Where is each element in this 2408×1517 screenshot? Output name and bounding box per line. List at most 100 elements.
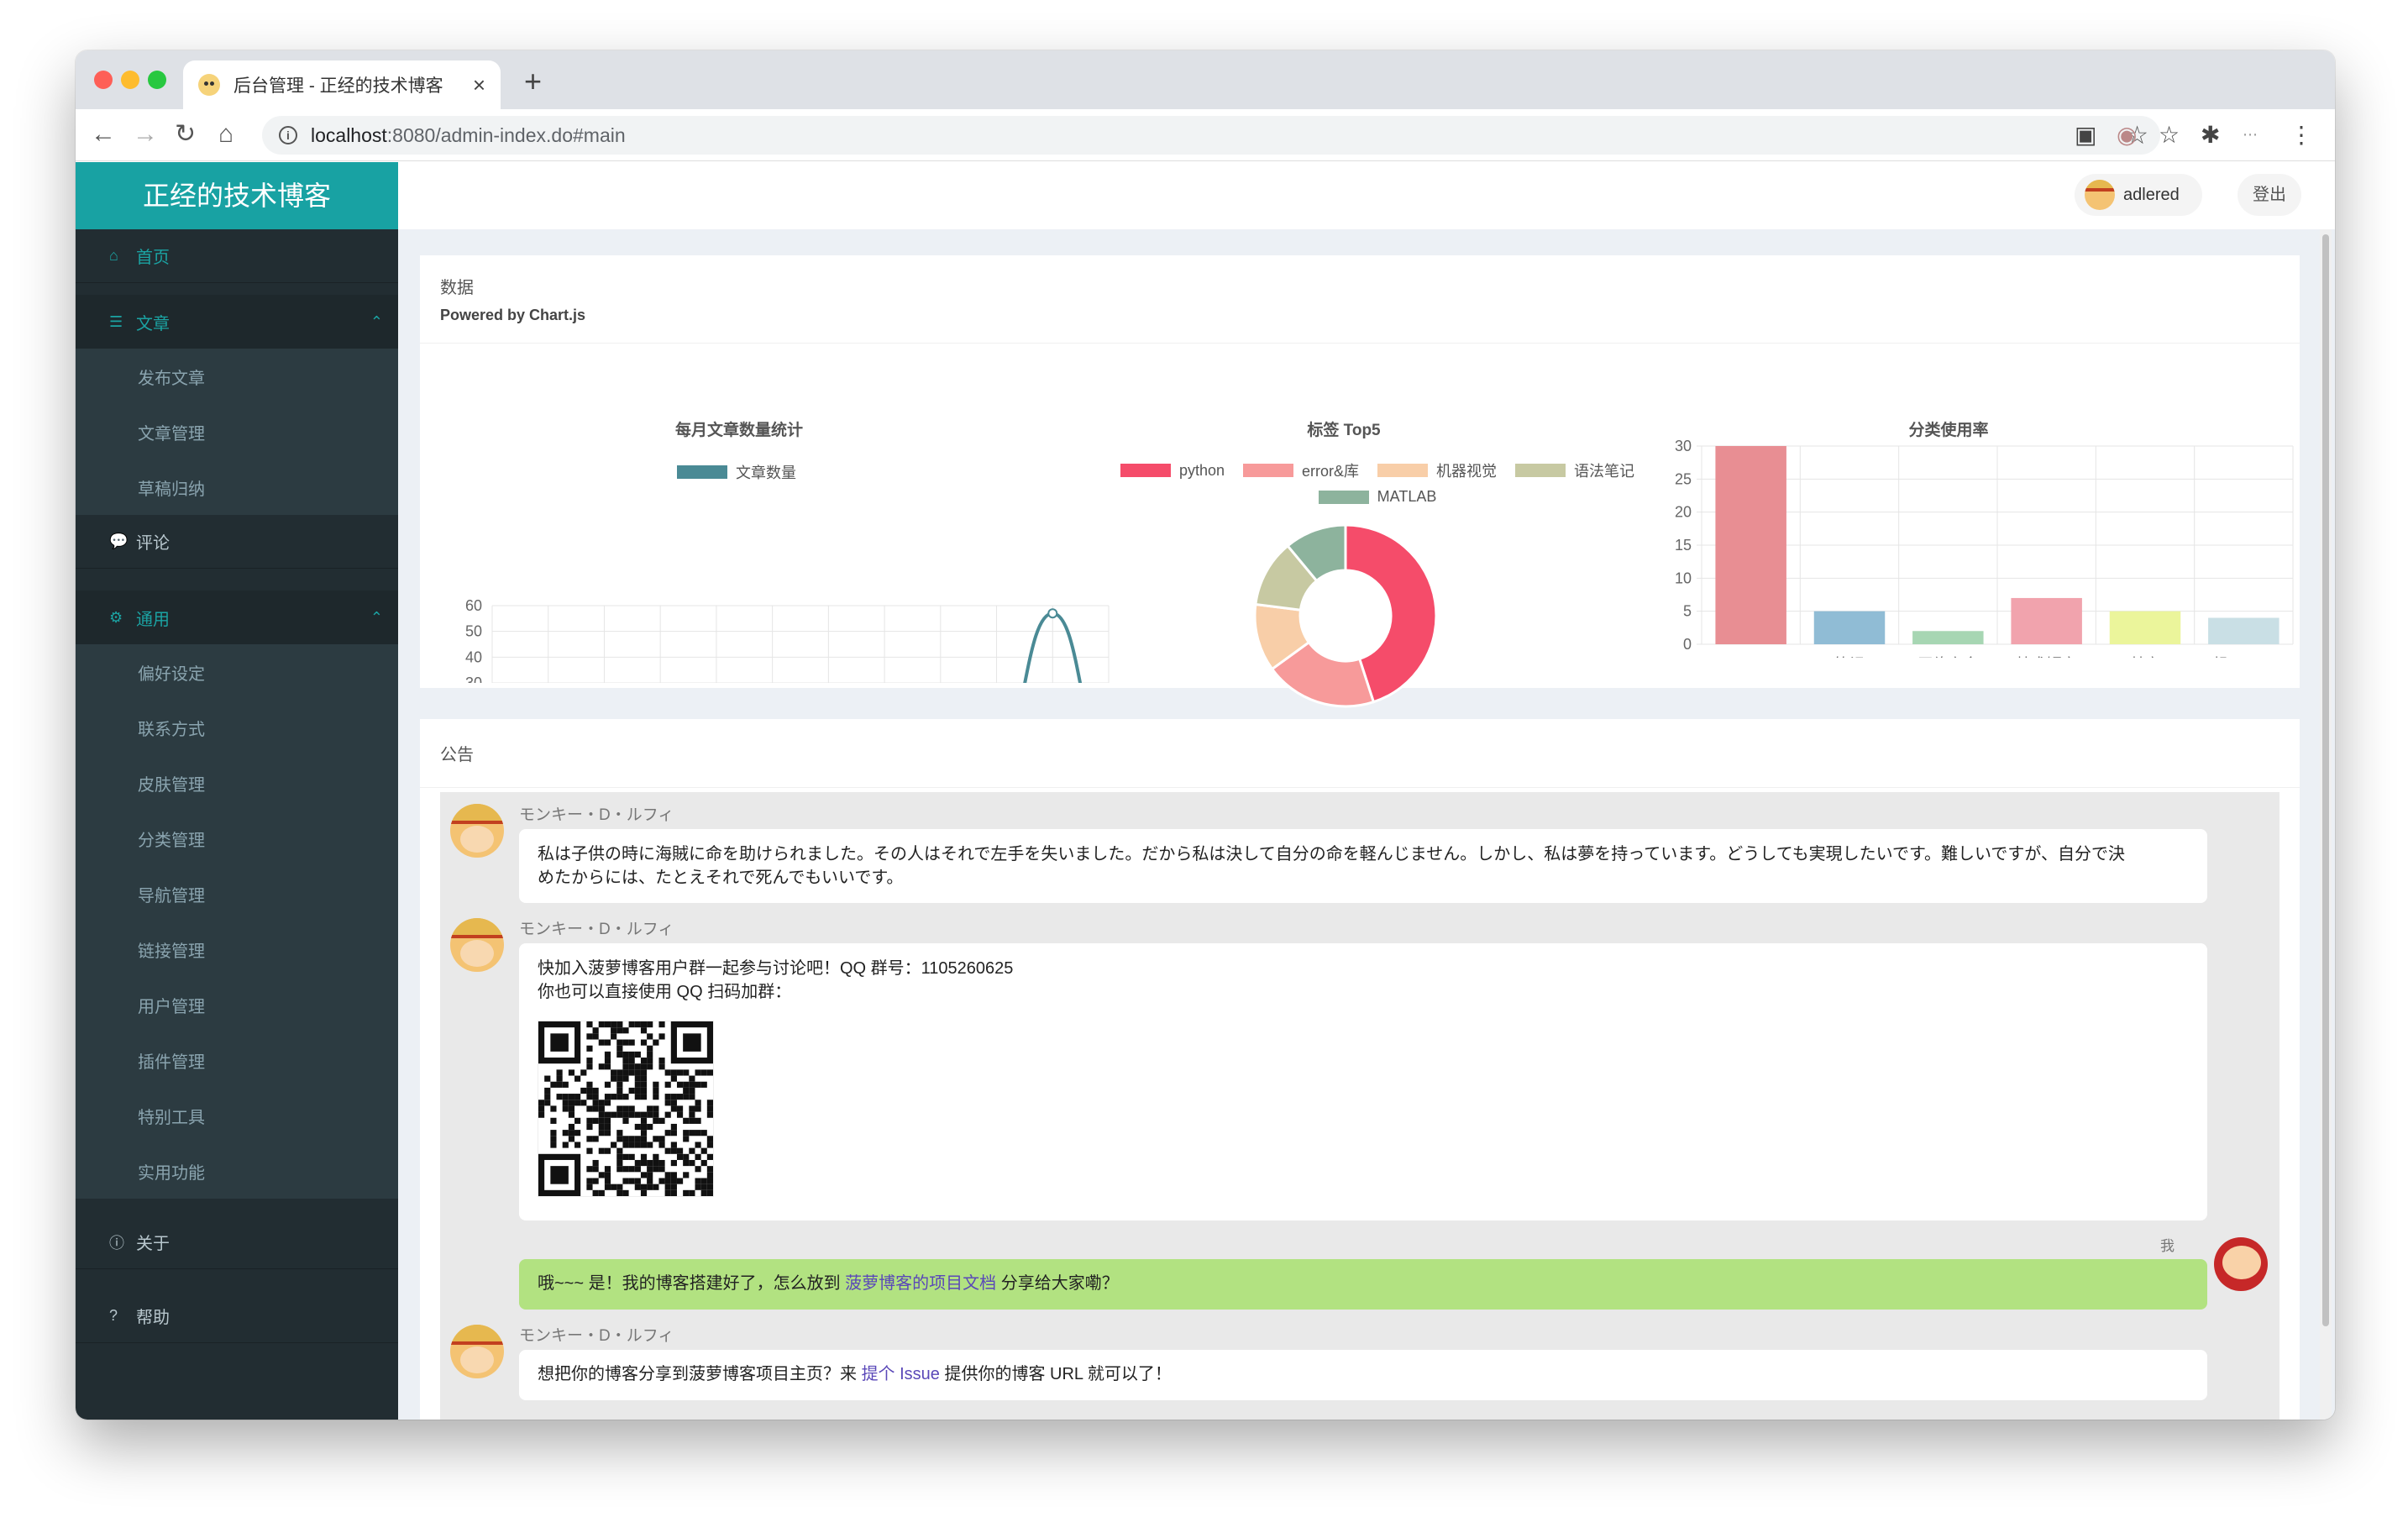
extension-avatar-icon[interactable]: ◉ — [2117, 121, 2137, 149]
list-icon: ☰ — [109, 312, 123, 330]
sidebar-subitem-article-manage[interactable]: 文章管理 — [76, 404, 398, 459]
page-scrollbar[interactable] — [2320, 229, 2332, 1420]
qr-module — [683, 1159, 690, 1167]
qr-module — [658, 1166, 665, 1173]
issue-link[interactable]: 提个 Issue — [862, 1365, 940, 1383]
qr-module — [683, 1117, 690, 1124]
qr-module — [695, 1081, 701, 1088]
line-legend[interactable]: 文章数量 — [677, 461, 796, 483]
project-docs-link[interactable]: 菠萝博客的项目文档 — [845, 1274, 996, 1293]
qr-module — [562, 1100, 569, 1106]
browser-tab[interactable]: 后台管理 - 正经的技术博客 × — [183, 60, 501, 109]
minimize-window-button[interactable] — [121, 71, 139, 89]
qr-module — [586, 1058, 593, 1064]
scrollbar-thumb[interactable] — [2322, 234, 2329, 1326]
qr-module — [683, 1189, 690, 1196]
logout-button[interactable]: 登出 — [2237, 174, 2301, 216]
qr-module — [676, 1111, 684, 1118]
address-bar[interactable]: i localhost:8080/admin-index.do#main ☆ — [262, 116, 2160, 155]
sidebar-subitem-contact[interactable]: 联系方式 — [76, 700, 398, 755]
qr-module — [647, 1142, 653, 1148]
sidebar-item-about[interactable]: ⓘ 关于 — [76, 1215, 398, 1269]
qr-module — [689, 1147, 695, 1154]
qr-module — [604, 1172, 611, 1178]
sidebar-item-home[interactable]: ⌂ 首页 — [76, 229, 398, 283]
new-tab-icon[interactable]: + — [524, 64, 542, 99]
forward-icon[interactable]: → — [133, 121, 158, 148]
qr-module — [622, 1058, 629, 1064]
tab-title: 后台管理 - 正经的技术博客 — [233, 76, 443, 96]
user-menu[interactable]: adlered — [2075, 174, 2202, 216]
sidebar-subitem-publish[interactable]: 发布文章 — [76, 349, 398, 404]
browser-toolbar: ← → ↻ ⌂ i localhost:8080/admin-index.do#… — [76, 109, 2335, 161]
legend-swatch — [1515, 464, 1566, 477]
extension-small-icon[interactable]: ⋯ — [2243, 126, 2258, 144]
sidebar-item-general[interactable]: ⚙ 通用 ⌃ — [76, 591, 398, 644]
legend-item[interactable]: MATLAB — [1318, 488, 1437, 506]
data-box-header: 数据 Powered by Chart.js — [420, 255, 2300, 344]
qr-module — [664, 1100, 671, 1106]
brand-logo[interactable]: 正经的技术博客 — [76, 162, 398, 229]
sidebar-item-articles[interactable]: ☰ 文章 ⌃ — [76, 295, 398, 349]
qr-module — [598, 1111, 605, 1118]
sidebar-subitem-drafts[interactable]: 草稿归纳 — [76, 459, 398, 515]
qr-module — [580, 1100, 587, 1106]
sidebar-subitem-utilities[interactable]: 实用功能 — [76, 1143, 398, 1199]
qr-module — [670, 1130, 677, 1136]
legend-item[interactable]: 语法笔记 — [1515, 459, 1634, 481]
home-icon[interactable]: ⌂ — [218, 121, 233, 148]
sidebar-subitem-tools[interactable]: 特别工具 — [76, 1088, 398, 1143]
legend-item[interactable]: error&库 — [1243, 459, 1359, 481]
notice-box-title: 公告 — [440, 746, 474, 764]
sidebar-subitem-links[interactable]: 链接管理 — [76, 921, 398, 977]
close-tab-icon[interactable]: × — [473, 72, 485, 98]
qr-module — [634, 1142, 641, 1148]
qr-module — [568, 1094, 575, 1100]
qr-module — [634, 1159, 641, 1167]
qr-module — [616, 1136, 623, 1142]
extension-icon[interactable]: ▣ — [2075, 121, 2096, 149]
qr-module — [670, 1069, 677, 1076]
qr-module — [550, 1117, 557, 1124]
home-icon: ⌂ — [109, 247, 118, 264]
qr-module — [647, 1178, 653, 1184]
legend-item[interactable]: 机器视觉 — [1377, 459, 1497, 481]
sidebar-subitem-categories[interactable]: 分类管理 — [76, 811, 398, 866]
qr-module — [622, 1094, 629, 1100]
sidebar-subitem-plugins[interactable]: 插件管理 — [76, 1032, 398, 1088]
qr-module — [574, 1142, 581, 1148]
qr-finder — [683, 1033, 701, 1052]
legend-item[interactable]: python — [1120, 459, 1225, 481]
qr-module — [653, 1094, 659, 1100]
sidebar-subitem-navigation[interactable]: 导航管理 — [76, 866, 398, 921]
qr-module — [683, 1136, 690, 1142]
qr-module — [598, 1021, 605, 1028]
qr-module — [586, 1033, 593, 1040]
sidebar-subitem-skins[interactable]: 皮肤管理 — [76, 755, 398, 811]
qr-module — [634, 1069, 641, 1076]
chat-panel: モンキー・D・ルフィ 私は子供の時に海賊に命を助けられました。その人はそれで左手… — [440, 792, 2279, 1420]
qr-module — [683, 1069, 690, 1076]
qr-module — [598, 1172, 605, 1178]
qr-module — [586, 1178, 593, 1184]
menu-dots-icon[interactable]: ⋮ — [2290, 121, 2313, 149]
series-line — [1023, 612, 1083, 683]
sidebar-subitem-preferences[interactable]: 偏好设定 — [76, 644, 398, 700]
qr-module — [640, 1075, 648, 1082]
qr-module — [604, 1123, 611, 1131]
legend-label: MATLAB — [1377, 488, 1437, 505]
back-icon[interactable]: ← — [91, 121, 116, 148]
maximize-window-button[interactable] — [148, 71, 166, 89]
puzzle-icon[interactable]: ✱ — [2201, 121, 2220, 149]
site-info-icon[interactable]: i — [279, 126, 297, 144]
qr-module — [622, 1039, 629, 1046]
sidebar-subitem-users[interactable]: 用户管理 — [76, 977, 398, 1032]
close-window-button[interactable] — [94, 71, 113, 89]
bookmark-icon[interactable]: ☆ — [2159, 121, 2180, 149]
sidebar-item-help[interactable]: ? 帮助 — [76, 1289, 398, 1343]
qr-module — [586, 1136, 593, 1142]
sidebar-item-comments[interactable]: 💬 评论 — [76, 515, 398, 569]
reload-icon[interactable]: ↻ — [175, 121, 196, 148]
legend-label: 语法笔记 — [1574, 463, 1635, 480]
qr-module — [640, 1130, 648, 1136]
